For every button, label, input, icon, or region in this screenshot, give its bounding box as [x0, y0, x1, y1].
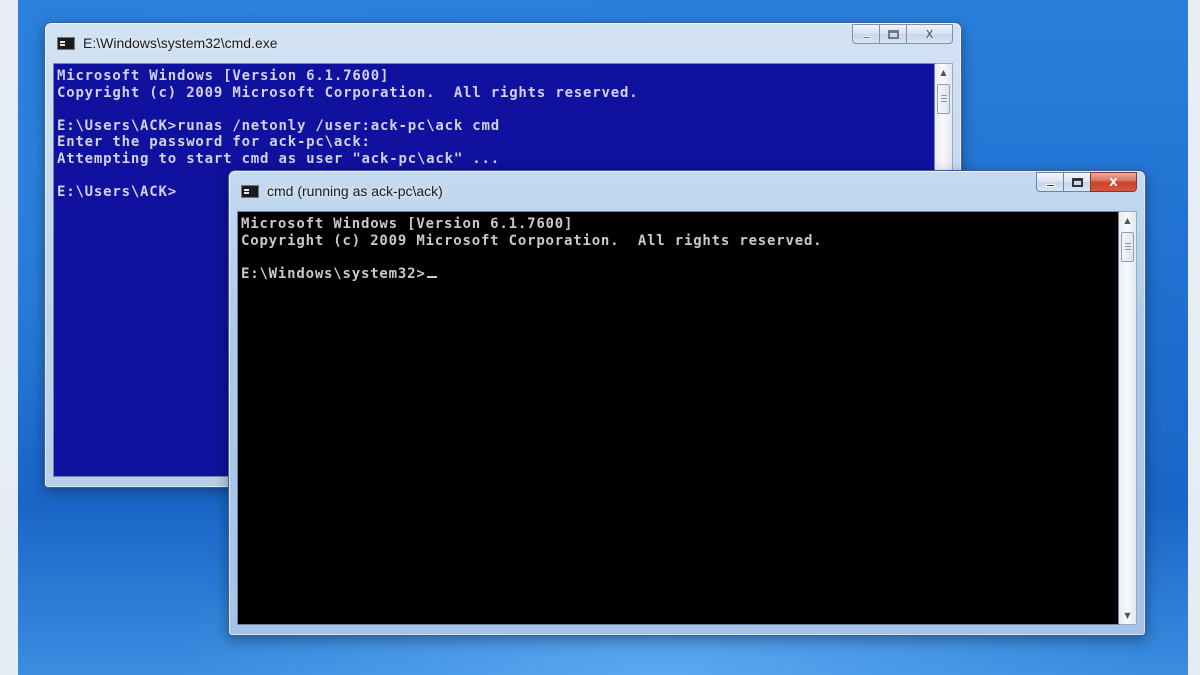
- cmd-icon: [241, 184, 259, 198]
- console-line: Copyright (c) 2009 Microsoft Corporation…: [241, 232, 823, 249]
- minimize-icon: [1045, 183, 1055, 187]
- text-cursor: [426, 275, 437, 278]
- minimize-button[interactable]: [1036, 172, 1063, 192]
- console-line: Microsoft Windows [Version 6.1.7600]: [241, 216, 574, 232]
- close-button[interactable]: X: [906, 24, 953, 44]
- scroll-down-arrow-icon[interactable]: ▼: [1119, 607, 1136, 624]
- scroll-thumb[interactable]: [1121, 232, 1134, 262]
- maximize-button[interactable]: [879, 24, 906, 44]
- maximize-icon: [887, 29, 899, 39]
- window-controls: X: [852, 24, 953, 44]
- console-line: E:\Users\ACK>runas /netonly /user:ack-pc…: [57, 117, 500, 134]
- close-icon: X: [1109, 175, 1118, 189]
- console-line: Attempting to start cmd as user "ack-pc\…: [57, 150, 500, 167]
- scroll-up-arrow-icon[interactable]: ▲: [935, 64, 952, 81]
- scroll-thumb[interactable]: [937, 84, 950, 114]
- close-icon: X: [925, 27, 934, 41]
- vertical-scrollbar[interactable]: ▲ ▼: [1119, 211, 1137, 625]
- minimize-icon: [861, 35, 871, 39]
- maximize-button[interactable]: [1063, 172, 1090, 192]
- console-line: Enter the password for ack-pc\ack:: [57, 134, 371, 150]
- title-bar[interactable]: E:\Windows\system32\cmd.exe X: [45, 23, 961, 61]
- close-button[interactable]: X: [1090, 172, 1137, 192]
- scroll-up-arrow-icon[interactable]: ▲: [1119, 212, 1136, 229]
- console-line: Copyright (c) 2009 Microsoft Corporation…: [57, 84, 639, 101]
- cmd-icon: [57, 36, 75, 50]
- prompt-text: E:\Windows\system32>: [241, 265, 426, 282]
- maximize-icon: [1071, 177, 1083, 187]
- cmd-window-foreground[interactable]: cmd (running as ack-pc\ack) X Microsoft …: [228, 170, 1146, 636]
- console-line: Microsoft Windows [Version 6.1.7600]: [57, 68, 390, 84]
- console-output[interactable]: Microsoft Windows [Version 6.1.7600] Copy…: [237, 211, 1119, 625]
- minimize-button[interactable]: [852, 24, 879, 44]
- window-title: E:\Windows\system32\cmd.exe: [83, 35, 278, 51]
- title-bar[interactable]: cmd (running as ack-pc\ack) X: [229, 171, 1145, 209]
- command-prompt[interactable]: E:\Windows\system32>: [241, 266, 1118, 283]
- window-title: cmd (running as ack-pc\ack): [267, 183, 443, 199]
- window-controls: X: [1036, 172, 1137, 192]
- console-text: Microsoft Windows [Version 6.1.7600] Copy…: [238, 212, 1118, 282]
